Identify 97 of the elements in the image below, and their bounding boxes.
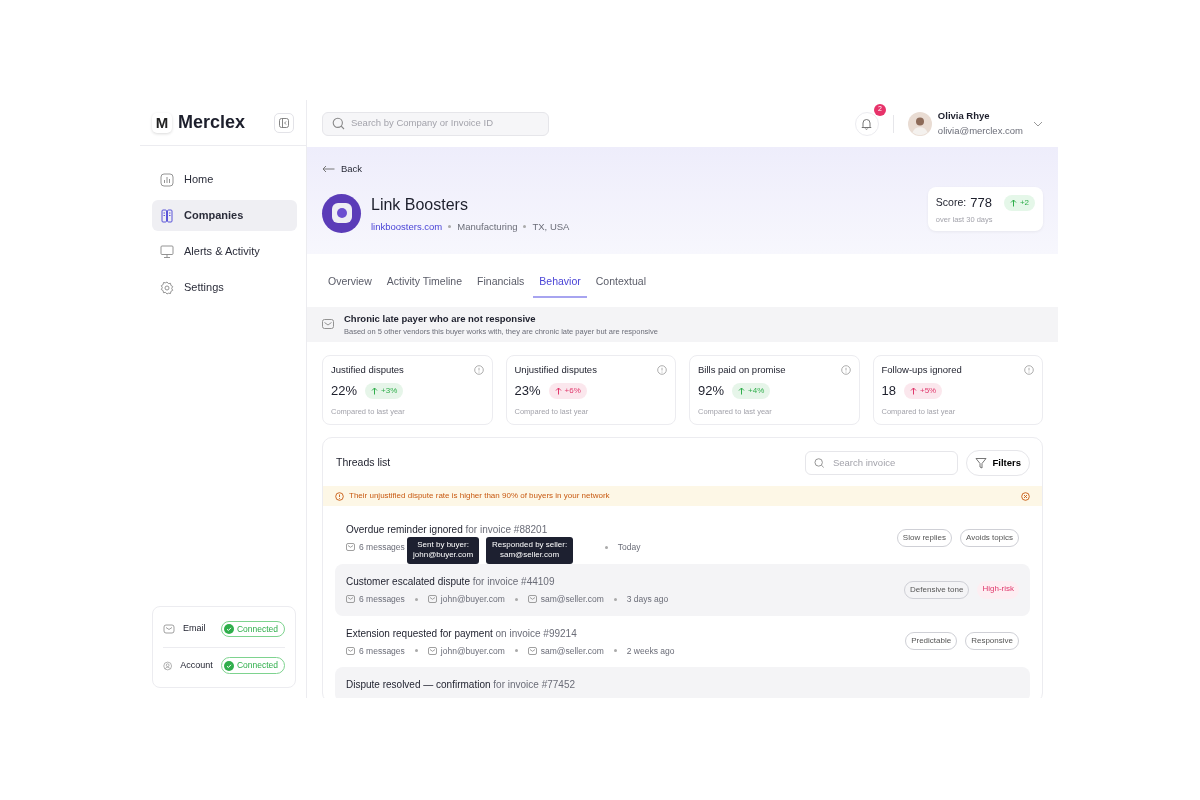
search-field[interactable]: Search by Company or Invoice ID: [351, 116, 539, 131]
integration-label: Account: [180, 658, 213, 672]
check-icon: [223, 624, 234, 634]
metric-value: 22%: [331, 382, 358, 401]
check-icon: [223, 660, 234, 671]
sidebar-icon: [279, 117, 289, 128]
time-text: 3 days ago: [626, 592, 669, 606]
notifications-button[interactable]: [854, 111, 879, 136]
time-text: Today: [617, 541, 641, 554]
change-badge: +5%: [903, 383, 943, 399]
warning-icon: [335, 491, 344, 501]
monitor-icon: [160, 244, 174, 259]
metric-value: 92%: [698, 382, 725, 401]
mail-icon: [427, 646, 437, 655]
message-count: 6 messages: [359, 541, 405, 554]
user-email: olivia@merclex.com: [937, 123, 1023, 138]
buildings-icon: [160, 208, 174, 223]
arrow-up-icon: [554, 387, 562, 395]
thread-subject[interactable]: Customer escalated dispute for invoice #44109: [346, 573, 669, 589]
score-label: Score:: [935, 195, 967, 211]
metric-label: Bills paid on promise: [698, 363, 786, 377]
info-icon[interactable]: [473, 365, 484, 376]
change-badge: +3%: [365, 383, 404, 399]
tag: High-risk: [977, 580, 1019, 599]
mail-icon: [346, 595, 355, 604]
industry-text: Manufacturing: [457, 219, 518, 234]
company-name: Link Boosters: [371, 194, 469, 215]
bell-icon: [861, 117, 873, 130]
metric-label: Unjustified disputes: [514, 363, 597, 377]
change-badge: +4%: [732, 383, 771, 399]
arrow-up-icon: [909, 387, 917, 395]
mail-icon: [322, 319, 334, 330]
invoice-search-box[interactable]: Search invoice: [805, 451, 959, 475]
info-icon[interactable]: [657, 365, 667, 376]
score-change: +2: [1003, 195, 1035, 211]
info-icon[interactable]: [840, 365, 851, 376]
user-name: Olivia Rhye: [937, 109, 991, 124]
mail-icon: [346, 543, 355, 552]
search-icon: [332, 117, 345, 130]
arrow-up-icon: [738, 387, 746, 395]
filter-icon: [975, 457, 988, 469]
tooltip: Responded by seller: sam@seller.com: [486, 537, 574, 564]
info-icon[interactable]: [1024, 365, 1034, 376]
insight-title: Chronic late payer who are not responsive: [344, 311, 537, 326]
arrow-left-icon: [322, 165, 335, 173]
mail-icon: [163, 623, 175, 635]
integration-label: Email: [183, 622, 206, 636]
sender-email: john@buyer.com: [440, 644, 505, 658]
tab[interactable]: Contextual: [589, 271, 652, 298]
gear-icon: [160, 280, 174, 295]
brand-name: Merclex: [178, 111, 246, 134]
mail-icon: [427, 595, 437, 604]
arrow-up-icon: [371, 387, 379, 395]
mail-icon: [346, 646, 355, 655]
sender-email: john@buyer.com: [440, 592, 505, 606]
mail-icon: [527, 595, 537, 604]
back-link[interactable]: Back: [322, 161, 363, 177]
metric-label: Follow-ups ignored: [881, 363, 962, 377]
filters-button[interactable]: Filters: [966, 450, 1030, 476]
message-count: 6 messages: [359, 592, 405, 606]
metric-value: 18: [881, 382, 896, 401]
company-logo: [322, 193, 361, 233]
arrow-up-icon: [1009, 199, 1017, 207]
search-box[interactable]: Search by Company or Invoice ID: [322, 111, 549, 136]
message-count: 6 messages: [359, 644, 405, 658]
time-text: 2 weeks ago: [626, 644, 675, 658]
nav-item[interactable]: Settings: [152, 272, 297, 303]
tooltip: Sent by buyer: john@buyer.com: [407, 537, 480, 564]
score-value: 778: [970, 194, 992, 213]
receiver-email: sam@seller.com: [540, 592, 604, 606]
logo: M: [152, 112, 172, 133]
avatar: [907, 111, 932, 136]
tab[interactable]: Behavior: [533, 271, 587, 298]
user-icon: [163, 659, 173, 672]
tab[interactable]: Financials: [471, 271, 531, 298]
location-text: TX, USA: [532, 219, 570, 234]
metric-label: Justified disputes: [331, 363, 404, 377]
tab[interactable]: Overview: [322, 271, 378, 298]
receiver-email: sam@seller.com: [540, 644, 604, 658]
thread-subject[interactable]: Dispute resolved — confirmation for invoice #77452: [346, 677, 576, 693]
nav-item[interactable]: Companies: [152, 200, 297, 231]
nav-item[interactable]: Home: [152, 164, 297, 195]
search-icon: [814, 457, 825, 469]
threads-title: Threads list: [336, 455, 391, 471]
change-badge: +6%: [548, 383, 587, 399]
chevron-down-icon[interactable]: [1033, 120, 1043, 127]
tab[interactable]: Activity Timeline: [380, 271, 469, 298]
close-icon[interactable]: [1021, 491, 1030, 501]
mail-icon: [527, 646, 537, 655]
chart-icon: [160, 172, 174, 187]
metric-value: 23%: [514, 382, 541, 401]
website-link[interactable]: linkboosters.com: [371, 219, 443, 234]
thread-subject[interactable]: Extension requested for payment on invoice #99214: [346, 625, 675, 641]
nav-item[interactable]: Alerts & Activity: [152, 236, 297, 267]
sidebar-toggle-button[interactable]: [274, 112, 294, 133]
alert-text: Their unjustified dispute rate is higher than 90% of buyers in your network: [349, 490, 610, 502]
thread-subject[interactable]: Overdue reminder ignored for invoice #88201: [346, 522, 641, 537]
